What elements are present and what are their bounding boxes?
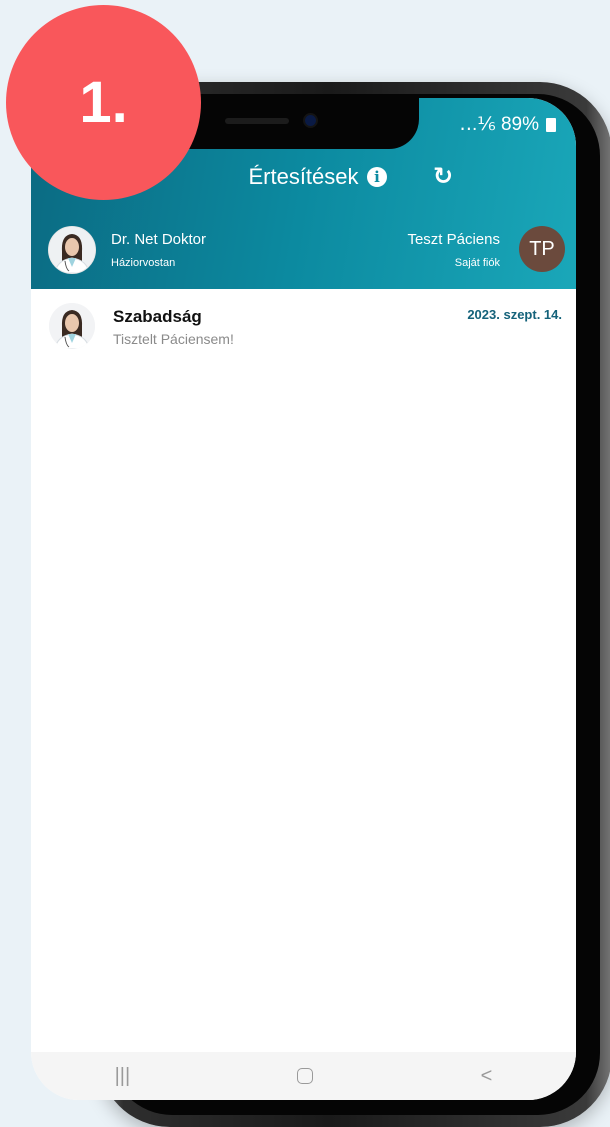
doctor-photo-icon	[49, 227, 95, 273]
patient-avatar[interactable]: TP	[519, 226, 565, 272]
phone-screen: ♒ P ‥.⅙ 89% ← Értesítések i ↻ Dr. Net Do…	[31, 98, 576, 1100]
refresh-icon[interactable]: ↻	[433, 162, 453, 191]
status-icons-right: ‥.⅙ 89%	[459, 113, 556, 136]
doctor-photo-icon	[49, 303, 95, 349]
info-icon[interactable]: i	[367, 167, 387, 187]
message-date: 2023. szept. 14.	[467, 307, 562, 322]
patient-account-label: Saját fiók	[454, 257, 500, 269]
message-preview: Tisztelt Páciensem!	[113, 331, 234, 347]
step-badge: 1.	[6, 5, 201, 200]
home-icon[interactable]	[297, 1068, 314, 1084]
patient-name: Teszt Páciens	[407, 231, 500, 248]
battery-icon	[546, 117, 556, 132]
doctor-role: Háziorvostan	[111, 257, 176, 269]
system-nav-bar: ||| <	[31, 1052, 576, 1100]
doctor-name: Dr. Net Doktor	[111, 231, 207, 248]
battery-text: ‥.⅙ 89%	[459, 114, 539, 135]
speaker	[225, 118, 289, 124]
recents-icon[interactable]: |||	[115, 1065, 131, 1088]
list-item[interactable]: Szabadság Tisztelt Páciensem! 2023. szep…	[31, 303, 576, 373]
nav-back-icon[interactable]: <	[481, 1065, 493, 1088]
front-camera	[305, 115, 316, 126]
message-title: Szabadság	[113, 307, 202, 326]
doctor-avatar[interactable]	[48, 226, 96, 274]
sender-avatar	[49, 303, 95, 349]
